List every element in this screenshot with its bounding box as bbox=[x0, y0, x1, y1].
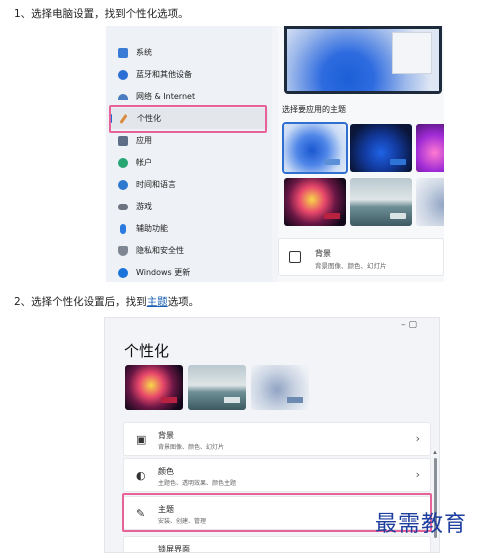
background-title: 背景 bbox=[315, 249, 331, 258]
step2-suffix: 选项。 bbox=[167, 296, 200, 308]
row-title: 颜色 bbox=[158, 467, 174, 476]
background-subtitle: 背景图像、颜色、幻灯片 bbox=[315, 262, 387, 270]
desktop-preview bbox=[284, 26, 442, 94]
lock-screen-row[interactable]: ▭ 锁屏界面 bbox=[123, 536, 431, 553]
theme-thumb-sunrise[interactable] bbox=[350, 178, 412, 226]
settings-sidebar: 系统 蓝牙和其他设备 网络 & Internet 个性化 应用 帐户 时间和语言 bbox=[106, 26, 272, 282]
sidebar-item-time-language[interactable]: 时间和语言 bbox=[110, 174, 268, 195]
sidebar-item-label: 隐私和安全性 bbox=[136, 246, 184, 255]
gamepad-icon bbox=[118, 203, 128, 210]
theme-thumb-captured-motion[interactable] bbox=[125, 365, 183, 410]
sidebar-item-label: 网络 & Internet bbox=[136, 92, 196, 101]
sidebar-item-apps[interactable]: 应用 bbox=[110, 130, 268, 151]
bluetooth-icon bbox=[118, 69, 128, 80]
row-subtitle: 背景图像、颜色、幻灯片 bbox=[158, 444, 225, 451]
colors-row[interactable]: ◐ 颜色 主题色、透明效果、颜色主题 › bbox=[123, 458, 431, 492]
sidebar-item-label: 应用 bbox=[136, 136, 152, 145]
apps-icon bbox=[118, 135, 128, 146]
scroll-up-arrow[interactable]: ▲ bbox=[432, 450, 438, 456]
window-controls[interactable]: – ▢ bbox=[401, 320, 417, 330]
account-icon bbox=[118, 157, 128, 168]
theme-thumb-flow[interactable] bbox=[251, 365, 309, 410]
sidebar-item-windows-update[interactable]: Windows 更新 bbox=[110, 262, 268, 282]
sidebar-item-label: 帐户 bbox=[136, 158, 152, 167]
window-preview bbox=[392, 32, 432, 74]
sidebar-item-gaming[interactable]: 游戏 bbox=[110, 196, 268, 217]
chevron-right-icon: › bbox=[415, 432, 420, 445]
theme-thumb-sunrise[interactable] bbox=[188, 365, 246, 410]
row-title: 锁屏界面 bbox=[158, 545, 190, 553]
step2-prefix: 2、选择个性化设置后，找到 bbox=[14, 296, 147, 308]
theme-section-title: 选择要应用的主题 bbox=[282, 105, 346, 114]
theme-link[interactable]: 主题 bbox=[147, 296, 168, 308]
row-subtitle: 主题色、透明效果、颜色主题 bbox=[158, 480, 237, 487]
shield-icon bbox=[118, 245, 128, 256]
chevron-right-icon: › bbox=[415, 468, 420, 481]
palette-icon: ◐ bbox=[136, 469, 146, 482]
sidebar-item-system[interactable]: 系统 bbox=[110, 42, 268, 63]
watermark-text: 最需教育 bbox=[375, 512, 468, 537]
sidebar-item-privacy[interactable]: 隐私和安全性 bbox=[110, 240, 268, 261]
theme-thumb-glow[interactable] bbox=[416, 124, 444, 172]
lockscreen-icon: ▭ bbox=[136, 548, 147, 552]
sidebar-item-label: 蓝牙和其他设备 bbox=[136, 70, 192, 79]
sidebar-item-label: 辅助功能 bbox=[136, 224, 168, 233]
theme-thumb-captured-motion[interactable] bbox=[284, 178, 346, 226]
image-icon bbox=[289, 251, 301, 263]
background-setting-row[interactable]: 背景 背景图像、颜色、幻灯片 bbox=[278, 238, 444, 276]
update-icon bbox=[118, 267, 128, 278]
personalization-highlight-box bbox=[109, 105, 267, 133]
sidebar-item-accounts[interactable]: 帐户 bbox=[110, 152, 268, 173]
sidebar-item-label: 时间和语言 bbox=[136, 180, 176, 189]
theme-thumb-flow[interactable] bbox=[416, 178, 444, 226]
selected-theme-ring bbox=[282, 122, 348, 174]
row-title: 背景 bbox=[158, 431, 174, 440]
background-row[interactable]: ▣ 背景 背景图像、颜色、幻灯片 › bbox=[123, 422, 431, 456]
theme-thumb-windows-dark[interactable] bbox=[350, 124, 412, 172]
step1-instruction: 1、选择电脑设置，找到个性化选项。 bbox=[14, 8, 189, 20]
sidebar-item-bluetooth[interactable]: 蓝牙和其他设备 bbox=[110, 64, 268, 85]
image-icon: ▣ bbox=[136, 433, 147, 446]
sidebar-item-label: 游戏 bbox=[136, 202, 152, 211]
page-title: 个性化 bbox=[124, 342, 170, 360]
accessibility-icon bbox=[120, 223, 126, 234]
sidebar-item-accessibility[interactable]: 辅助功能 bbox=[110, 218, 268, 239]
wifi-icon bbox=[118, 93, 128, 100]
step2-instruction: 2、选择个性化设置后，找到主题选项。 bbox=[14, 294, 199, 309]
sidebar-item-label: 系统 bbox=[136, 48, 152, 57]
monitor-icon bbox=[118, 47, 128, 58]
clock-icon bbox=[118, 179, 128, 190]
sidebar-item-label: Windows 更新 bbox=[136, 268, 191, 277]
sidebar-item-network[interactable]: 网络 & Internet bbox=[110, 86, 268, 107]
